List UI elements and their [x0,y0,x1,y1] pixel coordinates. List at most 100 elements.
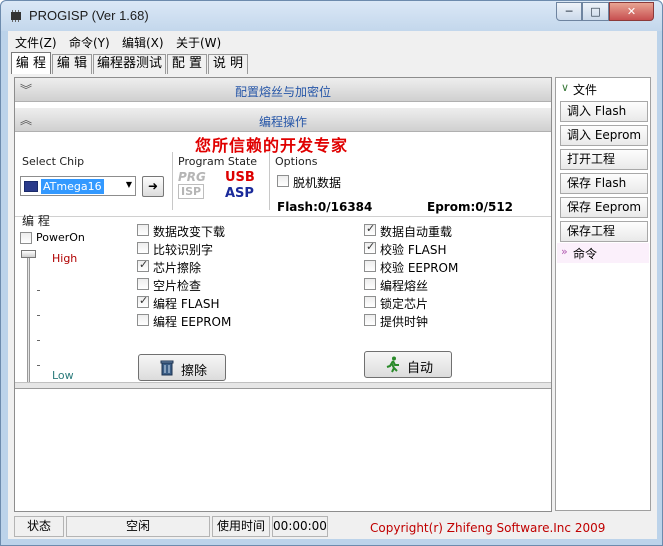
option-label: 数据改变下载 [153,225,226,239]
option-label: 校验 FLASH [380,243,447,257]
slider-tick [37,340,40,341]
status-state-label: 状态 [14,516,64,537]
fuse-config-band[interactable]: ︾ 配置熔丝与加密位 [15,78,551,102]
status-bar: 状态 空闲 使用时间 00:00:00 Copyright(r) Zhifeng… [14,516,652,537]
checkbox-box [364,278,376,290]
program-ops-band[interactable]: ︽ 编程操作 [15,108,551,132]
option-verify-flash[interactable]: 校验 FLASH [364,240,474,257]
chip-select[interactable]: ATmega16 ▼ [20,176,136,196]
level-low-label: Low [52,369,74,382]
load-flash-button[interactable]: 调入 Flash [560,101,648,122]
offline-data-label: 脱机数据 [293,176,342,190]
checkbox-box [364,314,376,326]
tab-edit[interactable]: 编 辑 [52,54,92,74]
auto-button-label: 自动 [407,361,434,376]
tab-program[interactable]: 编 程 [11,52,51,74]
isp-label: ISP [178,184,205,199]
voltage-slider-track[interactable] [27,254,30,384]
client-area: 文件(Z) 命令(Y) 编辑(X) 关于(W) 编 程 编 辑 编程器测试 配 … [8,31,657,539]
option-label: 校验 EEPROM [380,261,459,275]
asp-label: ASP [225,186,254,201]
select-chip-arrow-button[interactable]: ➜ [142,176,164,197]
tab-config[interactable]: 配 置 [167,54,207,74]
menu-bar: 文件(Z) 命令(Y) 编辑(X) 关于(W) [8,31,657,51]
auto-button[interactable]: 自动 [364,351,452,378]
prg-isp-logo: PRG ISP [178,170,212,202]
dropdown-arrow-icon: ▼ [125,180,132,189]
close-button[interactable]: ✕ [609,2,654,21]
menu-edit[interactable]: 编辑(X) [122,34,164,51]
chip-select-value: ATmega16 [41,179,104,194]
slogan-text: 您所信赖的开发专家 [195,136,349,155]
maximize-button[interactable]: □ [582,2,609,21]
chevron-down-icon: ∨ [561,81,570,94]
program-panel: ︾ 配置熔丝与加密位 ︽ 编程操作 您所信赖的开发专家 Select Chip … [14,77,552,512]
option-auto-reload[interactable]: 数据自动重载 [364,222,474,239]
status-time-label: 使用时间 [212,516,270,537]
chevron-right-icon: » [561,245,568,258]
fuse-config-label: 配置熔丝与加密位 [234,85,331,99]
option-lock-chip[interactable]: 锁定芯片 [364,295,474,311]
menu-command[interactable]: 命令(Y) [69,34,110,51]
checkbox-box [364,296,376,308]
chip-app-icon [11,10,21,22]
save-flash-button[interactable]: 保存 Flash [560,173,648,194]
app-window: PROGISP (Ver 1.68) ─ □ ✕ 文件(Z) 命令(Y) 编辑(… [0,0,663,546]
program-group-title: 编 程 [22,214,50,228]
load-eeprom-button[interactable]: 调入 Eeprom [560,125,648,146]
chip-icon [24,181,38,192]
menu-about[interactable]: 关于(W) [176,34,221,51]
option-blank-check[interactable]: 空片检查 [137,277,247,293]
erase-button-label: 擦除 [181,364,208,379]
option-label: 锁定芯片 [380,297,429,311]
option-program-flash[interactable]: 编程 FLASH [137,294,247,311]
command-section-label: 命令 [573,247,598,261]
command-section-header[interactable]: » 命令 [557,243,649,263]
voltage-slider-thumb[interactable] [21,250,36,258]
program-ops-label: 编程操作 [258,115,307,129]
program-state-title: Program State [178,155,258,168]
tab-help[interactable]: 说 明 [208,54,248,74]
select-chip-title: Select Chip [22,155,85,168]
save-eeprom-button[interactable]: 保存 Eeprom [560,197,648,218]
erase-button[interactable]: 擦除 [138,354,226,381]
slider-tick [37,365,40,366]
option-program-eeprom[interactable]: 编程 EEPROM [137,313,247,329]
save-project-button[interactable]: 保存工程 [560,221,648,242]
checkbox-box [137,294,149,308]
log-output[interactable] [15,388,551,511]
checkbox-box [137,224,149,236]
checkbox-box [137,278,149,290]
eprom-usage: Eprom:0/512 [427,200,514,214]
option-label: 芯片擦除 [153,261,202,275]
file-section-header[interactable]: ∨ 文件 [557,79,649,99]
title-bar[interactable]: PROGISP (Ver 1.68) ─ □ ✕ [1,1,662,31]
option-verify-eeprom[interactable]: 校验 EEPROM [364,259,474,275]
running-man-icon [386,356,399,373]
status-state-value: 空闲 [66,516,210,537]
option-chip-erase[interactable]: 芯片擦除 [137,258,247,275]
minimize-button[interactable]: ─ [556,2,582,21]
poweron-label: PowerOn [36,231,85,244]
option-program-fuse[interactable]: 编程熔丝 [364,277,474,293]
option-label: 提供时钟 [380,315,429,329]
status-time-value: 00:00:00 [272,516,328,537]
option-data-change-download[interactable]: 数据改变下载 [137,223,247,239]
open-project-button[interactable]: 打开工程 [560,149,648,170]
level-high-label: High [52,252,78,265]
slider-tick [37,315,40,316]
arrow-right-icon: ➜ [147,179,159,193]
poweron-checkbox[interactable]: PowerOn [20,231,90,247]
option-provide-clock[interactable]: 提供时钟 [364,313,474,329]
checkbox-box [137,242,149,254]
slider-tick [37,290,40,291]
option-label: 编程 EEPROM [153,315,232,329]
offline-data-checkbox[interactable]: 脱机数据 [277,174,367,190]
option-compare-signature[interactable]: 比较识别字 [137,241,247,257]
option-label: 空片检查 [153,279,202,293]
menu-file[interactable]: 文件(Z) [15,34,57,51]
checkbox-box [20,232,32,244]
usb-label: USB [225,170,255,185]
tab-programmer-test[interactable]: 编程器测试 [93,54,166,74]
usb-asp-logo: USB ASP [225,170,261,204]
